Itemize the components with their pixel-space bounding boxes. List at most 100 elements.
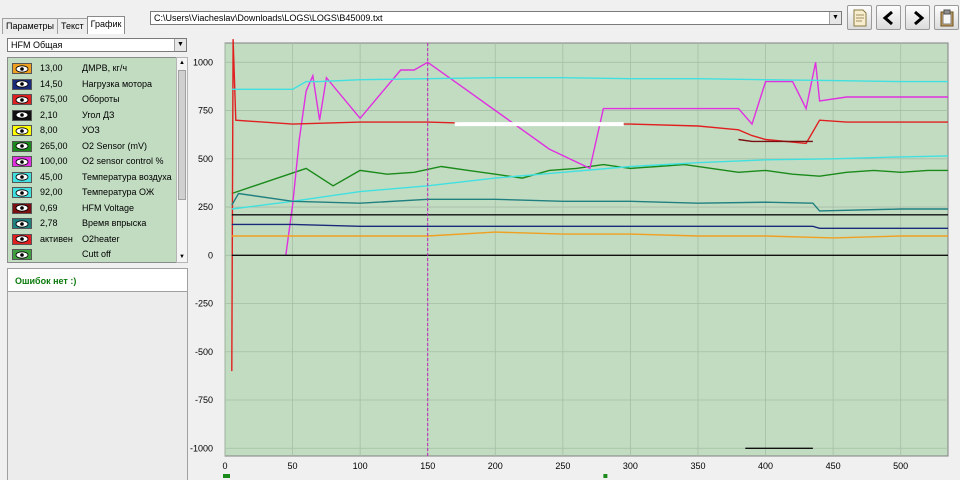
eye-icon[interactable] [12, 94, 32, 105]
eye-icon[interactable] [12, 187, 32, 198]
y-tick-label: -500 [195, 347, 213, 357]
sensor-name: Температура воздуха [82, 171, 172, 182]
sensor-name: Угол ДЗ [82, 109, 115, 120]
log-path-select[interactable]: C:\Users\Viacheslav\Downloads\LOGS\LOGS\… [150, 11, 842, 25]
x-tick-label: 200 [488, 461, 503, 471]
arrow-left-icon [882, 10, 893, 25]
sensor-row[interactable]: 92,00 Температура ОЖ [8, 185, 178, 200]
sensor-name: УОЗ [82, 125, 100, 135]
eye-icon[interactable] [12, 171, 32, 183]
eye-icon[interactable] [12, 218, 32, 229]
sensor-row[interactable]: 100,00 O2 sensor control % [8, 154, 178, 169]
scrollbar-thumb[interactable] [178, 70, 186, 200]
x-tick-label: 450 [826, 461, 841, 471]
sensor-row[interactable]: 0,69 HFM Voltage [8, 201, 178, 216]
profile-select-value: HFM Общая [11, 40, 63, 50]
sensor-row[interactable]: Cutt off [8, 247, 178, 262]
previous-button[interactable] [876, 5, 901, 30]
eye-icon[interactable] [12, 125, 32, 136]
sensor-value: 265,00 [40, 140, 68, 151]
y-tick-label: 1000 [193, 57, 213, 67]
profile-select[interactable]: HFM Общая ▼ [7, 38, 187, 52]
sensor-value: активен [40, 233, 73, 244]
sensor-list-scrollbar[interactable]: ▲ ▼ [176, 57, 188, 263]
eye-icon[interactable] [12, 140, 32, 152]
y-tick-label: 500 [198, 154, 213, 164]
sensor-name: HFM Voltage [82, 202, 135, 213]
eye-icon[interactable] [12, 233, 32, 245]
eye-icon[interactable] [12, 78, 32, 90]
sensor-row[interactable]: 8,00 УОЗ [8, 123, 178, 138]
sensor-row[interactable]: 2,10 Угол ДЗ [8, 108, 178, 123]
sensor-name: O2 sensor control % [82, 156, 164, 166]
error-status-text: Ошибок нет :) [15, 276, 77, 286]
sensor-value: 8,00 [40, 125, 58, 135]
scroll-up-icon[interactable]: ▲ [178, 59, 186, 67]
marker-end [603, 474, 608, 478]
arrow-right-icon [913, 10, 924, 25]
eye-icon[interactable] [12, 63, 32, 74]
x-tick-label: 0 [222, 461, 227, 471]
sensor-name: O2 Sensor (mV) [82, 140, 148, 151]
sensor-value: 14,50 [40, 78, 63, 89]
clipboard-button[interactable] [934, 5, 959, 30]
sensor-value: 92,00 [40, 187, 63, 197]
chevron-down-icon[interactable]: ▼ [829, 12, 841, 24]
tab-1[interactable]: Текст [56, 18, 88, 34]
sensor-value: 0,69 [40, 202, 58, 213]
tab-2[interactable]: График [86, 16, 126, 34]
sensor-name: Температура ОЖ [82, 187, 155, 197]
sensor-value: 675,00 [40, 94, 68, 104]
y-tick-label: 0 [208, 250, 213, 260]
sensor-name: Cutt off [82, 249, 111, 259]
open-file-button[interactable] [847, 5, 872, 30]
sensor-name: Нагрузка мотора [82, 78, 152, 89]
log-path-text: C:\Users\Viacheslav\Downloads\LOGS\LOGS\… [154, 13, 383, 23]
sensor-row[interactable]: 45,00 Температура воздуха [8, 170, 178, 185]
x-tick-label: 350 [690, 461, 705, 471]
sensor-name: Обороты [82, 94, 120, 104]
log-chart[interactable]: 0 50 100 150 200 250 300 350 400 450 500 1000 750 500… [190, 38, 960, 480]
sensor-value: 2,78 [40, 218, 58, 228]
x-tick-label: 300 [623, 461, 638, 471]
sensor-row[interactable]: 2,78 Время впрыска [8, 216, 178, 231]
plot-area [224, 42, 949, 457]
y-tick-label: -750 [195, 395, 213, 405]
sensor-row[interactable]: 265,00 O2 Sensor (mV) [8, 139, 178, 154]
sensor-name: ДМРВ, кг/ч [82, 63, 128, 73]
y-tick-label: 250 [198, 202, 213, 212]
sensor-value: 100,00 [40, 156, 68, 166]
tab-bar: Параметры Текст График [2, 16, 126, 35]
x-tick-label: 400 [758, 461, 773, 471]
sensor-row[interactable]: активен O2heater [8, 232, 178, 247]
tab-0[interactable]: Параметры [2, 18, 58, 34]
sensor-name: Время впрыска [82, 218, 147, 228]
eye-icon[interactable] [12, 109, 32, 121]
x-tick-label: 50 [288, 461, 298, 471]
error-status-panel: Ошибок нет :) [7, 268, 188, 292]
eye-icon[interactable] [12, 202, 32, 214]
scroll-down-icon[interactable]: ▼ [178, 253, 186, 261]
y-tick-label: -250 [195, 299, 213, 309]
x-tick-label: 100 [353, 461, 368, 471]
sensor-row[interactable]: 13,00 ДМРВ, кг/ч [8, 61, 178, 76]
y-tick-label: 750 [198, 106, 213, 116]
y-tick-label: -1000 [190, 443, 213, 453]
x-tick-label: 250 [555, 461, 570, 471]
x-tick-label: 500 [893, 461, 908, 471]
x-tick-label: 150 [420, 461, 435, 471]
sensor-value: 13,00 [40, 63, 63, 73]
sensor-value: 45,00 [40, 171, 63, 182]
next-button[interactable] [905, 5, 930, 30]
eye-icon[interactable] [12, 156, 32, 167]
sensor-name: O2heater [82, 233, 120, 244]
marker-start [223, 474, 230, 478]
sensor-list: 13,00 ДМРВ, кг/ч 14,50 Нагрузка мотора 675,0… [7, 57, 188, 263]
sensor-row[interactable]: 675,00 Обороты [8, 92, 178, 107]
left-empty-pane [7, 292, 188, 480]
clipboard-icon [940, 9, 953, 26]
chevron-down-icon[interactable]: ▼ [174, 39, 186, 51]
sensor-row[interactable]: 14,50 Нагрузка мотора [8, 77, 178, 92]
eye-icon[interactable] [12, 249, 32, 260]
document-icon [853, 9, 866, 26]
